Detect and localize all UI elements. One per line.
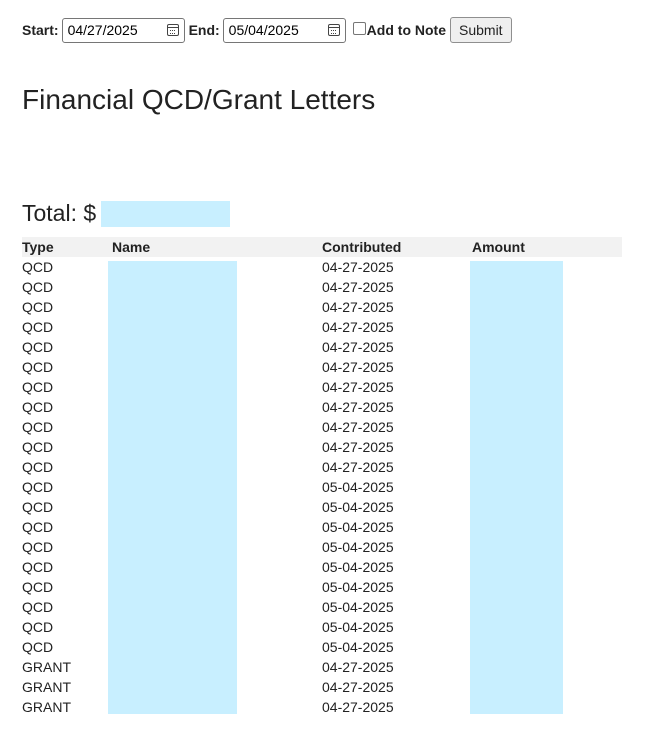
total-amount-redaction <box>101 201 230 227</box>
column-header-amount[interactable]: Amount <box>472 237 525 257</box>
amount-column-redaction <box>470 261 563 714</box>
type-cell: QCD <box>22 399 54 415</box>
contributed-date-cell: 05-04-2025 <box>322 519 394 535</box>
type-cell: QCD <box>22 479 54 495</box>
contributed-date-cell: 05-04-2025 <box>322 539 394 555</box>
total-line: Total: $ <box>22 200 96 227</box>
contributed-date-cell: 05-04-2025 <box>322 559 394 575</box>
submit-button[interactable]: Submit <box>450 17 512 43</box>
add-to-note-checkbox[interactable] <box>352 22 366 35</box>
total-label: Total: $ <box>22 200 97 226</box>
type-cell: QCD <box>22 639 54 655</box>
type-cell: QCD <box>22 259 54 275</box>
contributed-date-cell: 05-04-2025 <box>322 499 394 515</box>
add-to-note-label[interactable]: Add to Note <box>367 22 446 38</box>
contributed-date-cell: 05-04-2025 <box>322 479 394 495</box>
contributed-date-cell: 04-27-2025 <box>322 279 394 295</box>
contributed-date-cell: 05-04-2025 <box>322 599 394 615</box>
contributed-date-cell: 04-27-2025 <box>322 299 394 315</box>
start-date-label: Start: <box>22 22 59 38</box>
contributed-date-cell: 05-04-2025 <box>322 619 394 635</box>
contributed-date-cell: 04-27-2025 <box>322 679 394 695</box>
contributed-date-cell: 04-27-2025 <box>322 359 394 375</box>
type-cell: GRANT <box>22 679 71 695</box>
contributed-date-cell: 04-27-2025 <box>322 699 394 715</box>
type-cell: QCD <box>22 459 54 475</box>
contributed-date-cell: 04-27-2025 <box>322 399 394 415</box>
contributed-date-cell: 04-27-2025 <box>322 659 394 675</box>
contributed-date-cell: 04-27-2025 <box>322 339 394 355</box>
page-title: Financial QCD/Grant Letters <box>22 84 376 115</box>
contributed-date-cell: 05-04-2025 <box>322 579 394 595</box>
type-cell: QCD <box>22 299 54 315</box>
type-cell: QCD <box>22 339 54 355</box>
type-cell: QCD <box>22 579 54 595</box>
end-date-value: 05/04/2025 <box>228 22 299 38</box>
contributed-date-cell: 04-27-2025 <box>322 259 394 275</box>
type-cell: QCD <box>22 599 54 615</box>
start-date-value: 04/27/2025 <box>67 22 138 38</box>
type-cell: GRANT <box>22 699 71 715</box>
type-cell: QCD <box>22 419 54 435</box>
contributed-date-cell: 04-27-2025 <box>322 439 394 455</box>
calendar-icon[interactable] <box>166 24 179 36</box>
contributed-date-cell: 04-27-2025 <box>322 319 394 335</box>
type-cell: QCD <box>22 279 54 295</box>
type-cell: QCD <box>22 379 54 395</box>
table-header-row: Type Name Contributed Amount <box>22 237 622 257</box>
type-cell: QCD <box>22 559 54 575</box>
column-header-type[interactable]: Type <box>22 237 54 257</box>
type-cell: QCD <box>22 519 54 535</box>
contributed-date-cell: 05-04-2025 <box>322 639 394 655</box>
column-header-name[interactable]: Name <box>112 237 150 257</box>
name-column-redaction <box>108 261 237 714</box>
type-cell: QCD <box>22 539 54 555</box>
contributed-date-cell: 04-27-2025 <box>322 379 394 395</box>
type-cell: QCD <box>22 319 54 335</box>
contributed-date-cell: 04-27-2025 <box>322 459 394 475</box>
type-cell: QCD <box>22 439 54 455</box>
type-cell: GRANT <box>22 659 71 675</box>
date-filter-form: Start: 04/27/2025 End: 05/04/2025 Add to… <box>22 17 512 43</box>
type-cell: QCD <box>22 499 54 515</box>
calendar-icon[interactable] <box>327 24 340 36</box>
contributed-date-cell: 04-27-2025 <box>322 419 394 435</box>
column-header-contributed[interactable]: Contributed <box>322 237 401 257</box>
type-cell: QCD <box>22 619 54 635</box>
type-cell: QCD <box>22 359 54 375</box>
end-date-label: End: <box>188 22 220 38</box>
end-date-input[interactable]: 05/04/2025 <box>222 17 346 43</box>
start-date-input[interactable]: 04/27/2025 <box>61 17 185 43</box>
